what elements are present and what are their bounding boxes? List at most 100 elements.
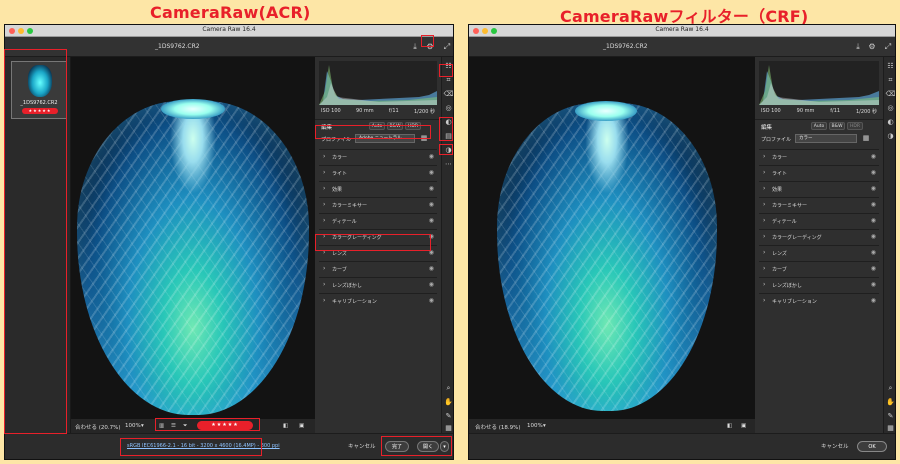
section-color-grading[interactable]: › カラーグレーディング ◉ xyxy=(759,229,879,244)
eraser-icon[interactable]: ⌫ xyxy=(885,89,895,100)
section-lens[interactable]: › レンズ ◉ xyxy=(759,245,879,260)
visibility-eye-icon[interactable]: ◉ xyxy=(871,249,876,256)
color-sampler-icon[interactable]: ✎ xyxy=(885,411,895,422)
visibility-eye-icon[interactable]: ◉ xyxy=(871,185,876,192)
visibility-eye-icon[interactable]: ◉ xyxy=(429,201,434,208)
rating-stars[interactable]: ★★★★★ xyxy=(197,421,253,430)
zoom-dropdown-icon[interactable]: ▾ xyxy=(141,423,144,429)
bw-button[interactable]: B&W xyxy=(387,122,403,130)
crop-icon[interactable]: ⌗ xyxy=(443,75,453,86)
edit-sliders-icon[interactable]: ☷ xyxy=(443,61,453,72)
visibility-eye-icon[interactable]: ◉ xyxy=(871,153,876,160)
color-sampler-icon[interactable]: ✎ xyxy=(443,411,453,422)
visibility-eye-icon[interactable]: ◉ xyxy=(429,153,434,160)
crf-image-canvas[interactable] xyxy=(469,57,755,419)
compare-icon[interactable]: ▣ xyxy=(741,423,746,429)
section-detail[interactable]: › ディテール ◉ xyxy=(759,213,879,228)
open-dropdown-icon[interactable]: ▾ xyxy=(440,441,449,452)
fullscreen-icon[interactable]: ⤢ xyxy=(442,42,452,52)
filmstrip-icon[interactable]: ▥ xyxy=(159,423,164,429)
section-effects[interactable]: › 効果 ◉ xyxy=(759,181,879,196)
masking-icon[interactable]: ◐ xyxy=(885,117,895,128)
snapshots-icon[interactable]: ◑ xyxy=(885,131,895,142)
visibility-eye-icon[interactable]: ◉ xyxy=(429,217,434,224)
section-calibration[interactable]: › キャリブレーション ◉ xyxy=(319,293,437,308)
profile-select[interactable]: Adobe ニュートラル xyxy=(355,134,415,143)
visibility-eye-icon[interactable]: ◉ xyxy=(871,169,876,176)
visibility-eye-icon[interactable]: ◉ xyxy=(871,281,876,288)
filmstrip-thumbnail[interactable]: _1DS9762.CR2 ★★★★★ xyxy=(11,61,67,119)
zoom-fit[interactable]: 合わせる (20.7%) xyxy=(75,423,121,431)
filter-icon[interactable]: ⏷ xyxy=(183,423,187,430)
visibility-eye-icon[interactable]: ◉ xyxy=(871,217,876,224)
open-button[interactable]: 開く xyxy=(417,441,439,452)
eraser-icon[interactable]: ⌫ xyxy=(443,89,453,100)
visibility-eye-icon[interactable]: ◉ xyxy=(429,233,434,240)
visibility-eye-icon[interactable]: ◉ xyxy=(429,297,434,304)
workflow-options-link[interactable]: sRGB IEC61966-2.1 - 16 bit - 3200 x 4600… xyxy=(127,443,280,449)
redeye-icon[interactable]: ◎ xyxy=(885,103,895,114)
section-color-mixer[interactable]: › カラーミキサー ◉ xyxy=(759,197,879,212)
visibility-eye-icon[interactable]: ◉ xyxy=(429,281,434,288)
fullscreen-icon[interactable]: ⤢ xyxy=(883,42,893,52)
zoom-value[interactable]: 100% xyxy=(527,423,543,429)
profile-select[interactable]: カラー xyxy=(795,134,857,143)
section-lens-blur[interactable]: › レンズぼかし ◉ xyxy=(759,277,879,292)
visibility-eye-icon[interactable]: ◉ xyxy=(871,297,876,304)
hand-tool-icon[interactable]: ✋ xyxy=(443,397,453,408)
zoom-tool-icon[interactable]: ⌕ xyxy=(885,383,895,394)
done-button[interactable]: 完了 xyxy=(385,441,409,452)
section-lens-blur[interactable]: › レンズぼかし ◉ xyxy=(319,277,437,292)
visibility-eye-icon[interactable]: ◉ xyxy=(871,233,876,240)
redeye-icon[interactable]: ◎ xyxy=(443,103,453,114)
ok-button[interactable]: OK xyxy=(857,441,887,452)
save-icon[interactable]: ⤓ xyxy=(410,42,420,52)
before-after-icon[interactable]: ◧ xyxy=(727,423,732,429)
hand-tool-icon[interactable]: ✋ xyxy=(885,397,895,408)
settings-gear-icon[interactable]: ⚙ xyxy=(867,42,877,52)
visibility-eye-icon[interactable]: ◉ xyxy=(429,249,434,256)
thumbnail-rating[interactable]: ★★★★★ xyxy=(22,108,58,114)
section-curve[interactable]: › カーブ ◉ xyxy=(759,261,879,276)
section-curve[interactable]: › カーブ ◉ xyxy=(319,261,437,276)
section-detail[interactable]: › ディテール ◉ xyxy=(319,213,437,228)
zoom-value[interactable]: 100% xyxy=(125,423,141,429)
visibility-eye-icon[interactable]: ◉ xyxy=(871,265,876,272)
section-effects[interactable]: › 効果 ◉ xyxy=(319,181,437,196)
auto-button[interactable]: Auto xyxy=(369,122,385,130)
hdr-button[interactable]: HDR xyxy=(847,122,863,130)
auto-button[interactable]: Auto xyxy=(811,122,827,130)
zoom-tool-icon[interactable]: ⌕ xyxy=(443,383,453,394)
section-color[interactable]: › カラー ◉ xyxy=(319,149,437,164)
section-lens[interactable]: › レンズ ◉ xyxy=(319,245,437,260)
acr-image-canvas[interactable] xyxy=(71,57,315,419)
section-calibration[interactable]: › キャリブレーション ◉ xyxy=(759,293,879,308)
zoom-fit[interactable]: 合わせる (18.9%) xyxy=(475,423,521,431)
more-options-icon[interactable]: ⋯ xyxy=(443,159,453,170)
profile-browser-icon[interactable]: ▦ xyxy=(861,134,871,143)
masking-icon[interactable]: ◐ xyxy=(443,117,453,128)
section-color[interactable]: › カラー ◉ xyxy=(759,149,879,164)
section-light[interactable]: › ライト ◉ xyxy=(759,165,879,180)
section-light[interactable]: › ライト ◉ xyxy=(319,165,437,180)
compare-icon[interactable]: ▣ xyxy=(299,423,304,429)
section-color-grading[interactable]: › カラーグレーディング ◉ xyxy=(319,229,437,244)
visibility-eye-icon[interactable]: ◉ xyxy=(429,185,434,192)
cancel-button[interactable]: キャンセル xyxy=(821,442,849,450)
visibility-eye-icon[interactable]: ◉ xyxy=(871,201,876,208)
save-icon[interactable]: ⤓ xyxy=(853,42,863,52)
hdr-button[interactable]: HDR xyxy=(405,122,421,130)
profile-browser-icon[interactable]: ▦ xyxy=(419,134,429,143)
bw-button[interactable]: B&W xyxy=(829,122,845,130)
sort-icon[interactable]: ☰ xyxy=(171,423,176,429)
snapshots-icon[interactable]: ◑ xyxy=(443,145,453,156)
zoom-dropdown-icon[interactable]: ▾ xyxy=(543,423,546,429)
visibility-eye-icon[interactable]: ◉ xyxy=(429,265,434,272)
visibility-eye-icon[interactable]: ◉ xyxy=(429,169,434,176)
before-after-icon[interactable]: ◧ xyxy=(283,423,288,429)
edit-sliders-icon[interactable]: ☷ xyxy=(885,61,895,72)
crop-icon[interactable]: ⌗ xyxy=(885,75,895,86)
presets-icon[interactable]: ▤ xyxy=(443,131,453,142)
cancel-button[interactable]: キャンセル xyxy=(348,442,376,450)
section-color-mixer[interactable]: › カラーミキサー ◉ xyxy=(319,197,437,212)
